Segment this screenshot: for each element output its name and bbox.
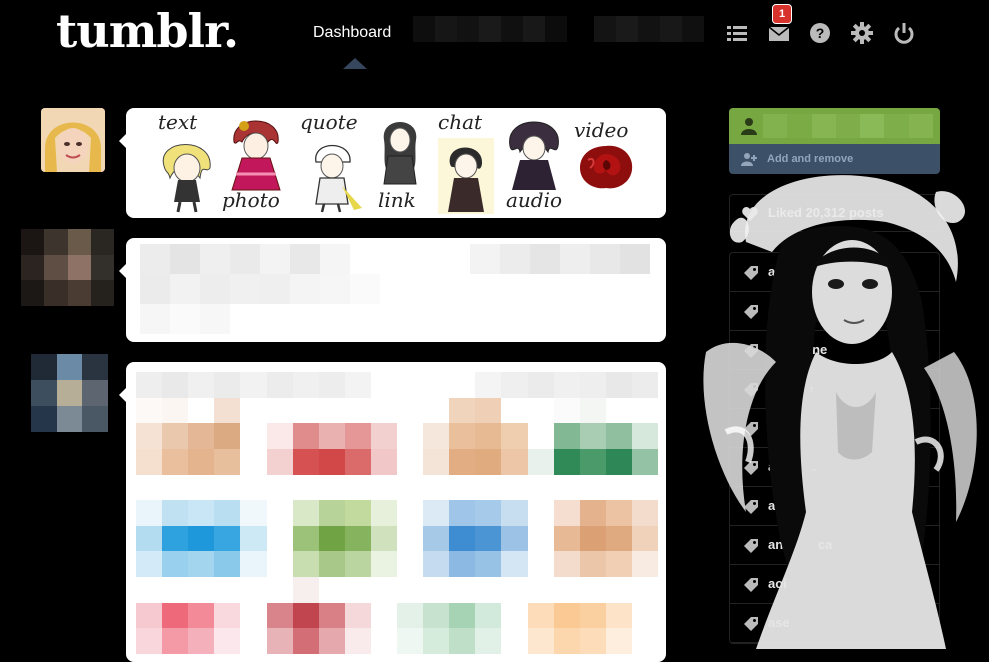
quote-chibi-icon	[315, 144, 362, 213]
tumblr-logo[interactable]: tumblr.	[56, 4, 239, 58]
post-avatar-pixelated-1[interactable]	[21, 229, 114, 306]
tag-item[interactable]: ancafe	[730, 409, 939, 448]
tag-label: alice nine	[768, 342, 828, 357]
tag-item[interactable]: an cafe	[730, 370, 939, 409]
tag-icon	[744, 422, 758, 436]
tag-label: a(エース)	[768, 264, 823, 279]
nav-active-caret	[343, 58, 367, 69]
tag-item[interactable]: ase	[730, 604, 939, 643]
tag-item[interactable]: a(エース)	[730, 253, 939, 292]
audio-chibi-icon	[509, 121, 559, 190]
link-chibi-icon	[383, 122, 417, 185]
video-rose-icon	[580, 145, 633, 189]
tag-label: anony...	[768, 459, 817, 474]
post-type-chat[interactable]: chat	[434, 108, 498, 218]
tag-icon	[744, 500, 758, 514]
post-type-audio[interactable]: audio	[500, 108, 568, 218]
help-icon[interactable]: ?	[807, 20, 833, 46]
post-type-quote-label: quote	[300, 110, 358, 134]
add-and-remove-button[interactable]: Add and remove	[729, 144, 940, 174]
nav-link-pixelated-1[interactable]	[413, 16, 567, 42]
sidebar-blog-name-pixelated	[763, 114, 933, 138]
post-type-chat-label: chat	[438, 110, 483, 134]
post-content-pixelated	[140, 244, 650, 334]
mail-badge: 1	[772, 4, 792, 24]
gear-icon[interactable]	[849, 20, 875, 46]
post-type-photo[interactable]: photo	[222, 108, 292, 218]
tag-item[interactable]: alice nine	[730, 331, 939, 370]
tag-label: ase	[768, 615, 790, 630]
post-type-chooser: text photo quote link chat audio video	[119, 108, 666, 218]
photo-chibi-icon	[231, 120, 281, 191]
tag-icon	[744, 266, 758, 280]
power-icon[interactable]	[891, 20, 917, 46]
post-type-photo-label: photo	[222, 188, 280, 212]
tag-icon	[744, 461, 758, 475]
post-type-quote[interactable]: quote	[298, 108, 370, 218]
tag-item[interactable]: aiji	[730, 292, 939, 331]
post-type-video[interactable]: video	[570, 108, 642, 218]
heart-icon	[742, 207, 758, 221]
tag-icon	[744, 578, 758, 592]
post-notch	[119, 388, 126, 402]
post-avatar-pixelated-2[interactable]	[31, 354, 108, 432]
post-type-audio-label: audio	[506, 188, 563, 212]
tracked-tags-list: a(エース) aiji alice nine an cafe ancafe an…	[729, 252, 940, 644]
tag-icon	[744, 344, 758, 358]
chat-chibi-icon	[438, 138, 494, 214]
photoset-pixelated	[136, 372, 658, 654]
nav-dashboard-link[interactable]: Dashboard	[313, 24, 391, 42]
tag-label: antique ca	[768, 537, 833, 552]
tag-label: antic c	[768, 498, 810, 513]
post-notch	[119, 264, 126, 278]
post-text-pixelated	[119, 238, 666, 342]
text-chibi-icon	[162, 144, 211, 213]
post-type-text-label: text	[158, 110, 198, 134]
add-user-icon	[741, 153, 757, 166]
tag-label: aiji	[768, 303, 787, 318]
tag-label: ancafe	[768, 420, 810, 435]
post-type-link[interactable]: link	[370, 108, 428, 218]
post-notch	[119, 134, 126, 148]
tag-label: an cafe	[768, 381, 813, 396]
user-icon	[741, 118, 757, 135]
sidebar-blog-item[interactable]	[729, 108, 940, 144]
tag-item[interactable]: antique ca	[730, 526, 939, 565]
add-and-remove-label: Add and remove	[767, 153, 854, 165]
list-icon[interactable]	[724, 20, 750, 46]
post-type-link-label: link	[378, 188, 416, 212]
post-type-text[interactable]: text	[154, 108, 224, 218]
sidebar-liked-posts[interactable]: Liked 20,312 posts	[729, 194, 940, 232]
tag-icon	[744, 617, 758, 631]
svg-text:?: ?	[816, 25, 825, 41]
tag-item[interactable]: aoi	[730, 565, 939, 604]
tag-item[interactable]: antic c	[730, 487, 939, 526]
user-avatar[interactable]	[41, 108, 105, 172]
post-type-video-label: video	[574, 118, 629, 142]
post-photoset-pixelated	[119, 362, 666, 662]
tag-label: aoi	[768, 576, 787, 591]
liked-posts-label: Liked 20,312 posts	[768, 205, 884, 220]
tag-icon	[744, 383, 758, 397]
tag-item[interactable]: anony...	[730, 448, 939, 487]
tag-icon	[744, 305, 758, 319]
tag-icon	[744, 539, 758, 553]
nav-link-pixelated-2[interactable]	[594, 16, 704, 42]
